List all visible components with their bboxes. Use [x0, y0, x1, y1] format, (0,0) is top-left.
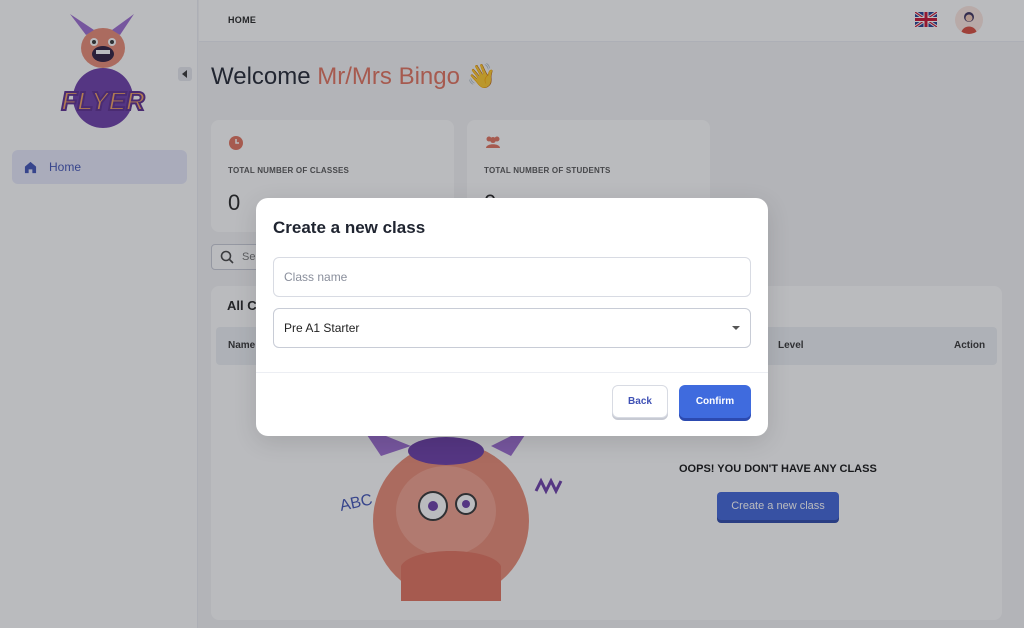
dialog-title: Create a new class [273, 218, 426, 237]
class-name-input[interactable] [273, 257, 751, 297]
level-select-value: Pre A1 Starter [284, 321, 360, 335]
chevron-down-icon [732, 326, 740, 330]
dialog-divider [256, 372, 768, 373]
confirm-button[interactable]: Confirm [679, 385, 751, 418]
level-select[interactable]: Pre A1 Starter [273, 308, 751, 348]
create-class-dialog: Create a new class Pre A1 Starter Back C… [256, 198, 768, 436]
back-button[interactable]: Back [612, 385, 668, 418]
